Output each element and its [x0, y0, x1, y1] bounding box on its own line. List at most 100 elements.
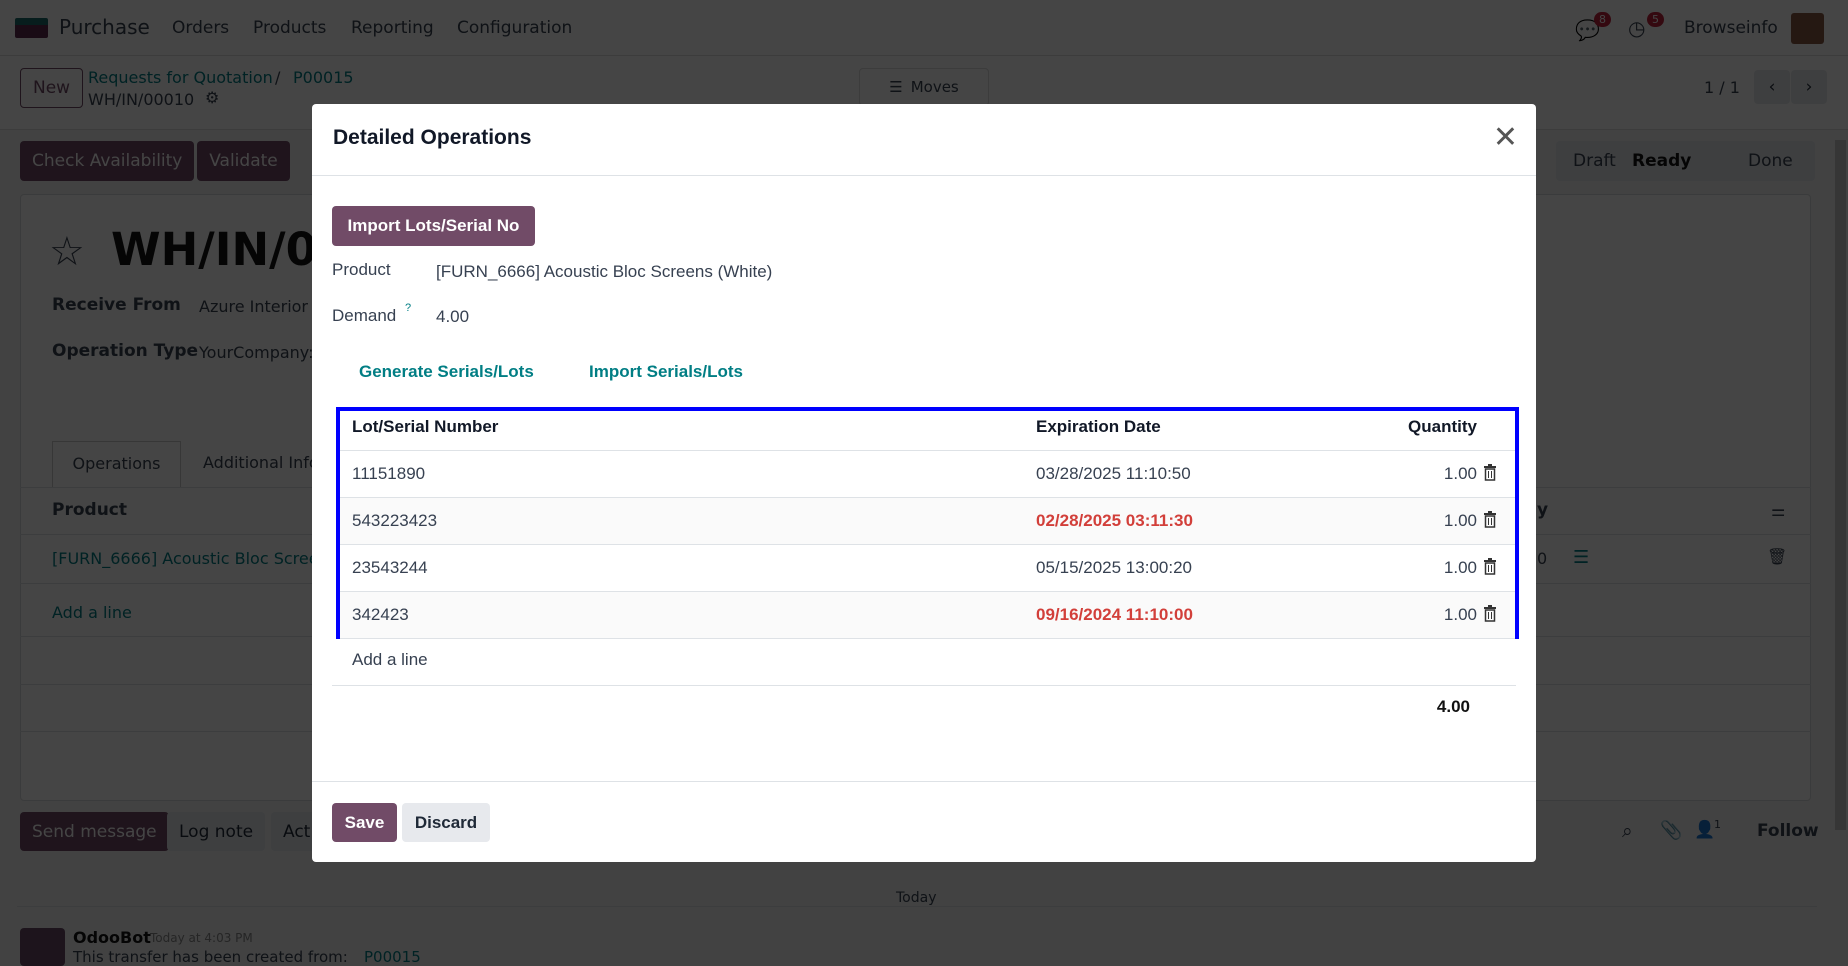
product-label: Product [332, 260, 391, 279]
receive-from-value[interactable]: Azure Interior [199, 297, 308, 316]
lot-serial-number[interactable]: 23543244 [352, 558, 428, 578]
demand-value: 4.00 [436, 307, 470, 326]
dialog-footer [312, 781, 1536, 782]
table-body: 11151890 03/28/2025 11:10:50 1.00 543223423… [340, 451, 1515, 639]
app-name[interactable]: Purchase [59, 15, 150, 39]
quantity[interactable]: 1.00 [1444, 605, 1477, 625]
activity-badge: 5 [1647, 12, 1664, 27]
quantity[interactable]: 1.00 [1444, 511, 1477, 531]
operation-quantity: 0 [1537, 549, 1548, 568]
close-icon[interactable]: ✕ [1493, 120, 1518, 155]
pager-next[interactable]: › [1791, 70, 1827, 104]
table-header: Lot/Serial Number Expiration Date Quanti… [340, 411, 1515, 451]
column-expiration-date[interactable]: Expiration Date [1036, 417, 1161, 437]
menu-products[interactable]: Products [253, 18, 326, 38]
detailed-operations-icon[interactable]: ☰ [1573, 547, 1589, 568]
quantity[interactable]: 1.00 [1444, 558, 1477, 578]
breadcrumb-po[interactable]: P00015 [293, 68, 354, 87]
status-done[interactable]: Done [1748, 151, 1793, 171]
lot-serial-number[interactable]: 11151890 [352, 464, 425, 484]
expiration-date[interactable]: 02/28/2025 03:11:30 [1036, 511, 1193, 531]
pager-value[interactable]: 1 / 1 [1704, 78, 1740, 97]
menu-reporting[interactable]: Reporting [351, 18, 434, 38]
followers-icon[interactable]: 👤 [1694, 820, 1715, 840]
breadcrumb-rfq[interactable]: Requests for Quotation [88, 68, 273, 87]
delete-row-icon[interactable] [1483, 464, 1497, 481]
menu-configuration[interactable]: Configuration [457, 18, 572, 38]
user-company[interactable]: Browseinfo [1684, 18, 1778, 38]
delete-row-icon[interactable] [1483, 511, 1497, 528]
record-name: WH/IN/00010 [88, 90, 195, 109]
message-link[interactable]: P00015 [364, 948, 421, 966]
discard-button[interactable]: Discard [402, 803, 490, 842]
search-icon[interactable]: ⌕ [1622, 820, 1633, 842]
expiration-date[interactable]: 03/28/2025 11:10:50 [1036, 464, 1191, 484]
demand-label: Demand [332, 306, 397, 325]
column-lot-serial[interactable]: Lot/Serial Number [352, 417, 498, 437]
demand-help-icon[interactable]: ? [405, 302, 411, 314]
status-draft[interactable]: Draft [1573, 151, 1616, 171]
operation-type-label: Operation Type [52, 341, 199, 361]
delete-row-icon[interactable] [1483, 558, 1497, 575]
menu-orders[interactable]: Orders [172, 18, 229, 38]
table-row[interactable]: 11151890 03/28/2025 11:10:50 1.00 [340, 451, 1515, 498]
table-row[interactable]: 23543244 05/15/2025 13:00:20 1.00 [340, 545, 1515, 592]
new-button[interactable]: New [20, 68, 84, 108]
star-icon[interactable]: ☆ [49, 229, 85, 275]
message-body: This transfer has been created from: [73, 948, 348, 966]
top-navbar: Purchase Orders Products Reporting Confi… [0, 0, 1848, 56]
dialog-title: Detailed Operations [333, 126, 532, 149]
total-divider [332, 685, 1516, 686]
message-time: Today at 4:03 PM [150, 931, 253, 945]
user-avatar[interactable] [1791, 13, 1824, 44]
status-bar: Draft Ready Done [1556, 141, 1815, 181]
detailed-operations-dialog: Detailed Operations ✕ Import Lots/Serial… [312, 104, 1536, 862]
lot-serial-number[interactable]: 543223423 [352, 511, 437, 531]
quantity[interactable]: 1.00 [1444, 464, 1477, 484]
delete-line-icon[interactable]: 🗑 [1767, 547, 1787, 566]
lot-serial-number[interactable]: 342423 [352, 605, 409, 625]
message-author: OdooBot [73, 928, 151, 947]
check-availability-button[interactable]: Check Availability [20, 141, 195, 181]
validate-button[interactable]: Validate [197, 141, 290, 181]
app-logo-icon[interactable] [15, 18, 48, 38]
column-quantity[interactable]: Quantity [1408, 417, 1477, 437]
tab-additional-info[interactable]: Additional Info [203, 453, 319, 472]
messages-badge: 8 [1594, 12, 1611, 27]
expiration-date[interactable]: 05/15/2025 13:00:20 [1036, 558, 1192, 578]
attachment-icon[interactable]: 📎 [1660, 820, 1682, 841]
add-line-link[interactable]: Add a line [352, 650, 428, 670]
gear-icon[interactable]: ⚙ [205, 88, 219, 107]
import-lots-serial-button[interactable]: Import Lots/Serial No [332, 206, 535, 246]
optional-columns-icon[interactable]: ⚌ [1771, 501, 1785, 520]
expiration-date[interactable]: 09/16/2024 11:10:00 [1036, 605, 1193, 625]
generate-serials-link[interactable]: Generate Serials/Lots [359, 362, 534, 382]
scrollbar[interactable] [1835, 140, 1846, 830]
product-column-header: Product [52, 500, 127, 520]
send-message-button[interactable]: Send message [20, 812, 169, 851]
moves-label: Moves [910, 78, 959, 96]
tab-operations[interactable]: Operations [52, 441, 181, 488]
import-serials-link[interactable]: Import Serials/Lots [589, 362, 743, 382]
pager-previous[interactable]: ‹ [1754, 70, 1790, 104]
table-row[interactable]: 342423 09/16/2024 11:10:00 1.00 [340, 592, 1515, 639]
lot-serial-table: Lot/Serial Number Expiration Date Quanti… [336, 407, 1519, 639]
today-label: Today [890, 890, 943, 906]
moves-button[interactable]: ☰ Moves [859, 68, 989, 106]
add-line-link[interactable]: Add a line [52, 603, 132, 622]
product-link[interactable]: [FURN_6666] Acoustic Bloc Screens (White… [436, 262, 772, 282]
activity-icon[interactable]: ◷ [1628, 16, 1645, 40]
follow-button[interactable]: Follow [1757, 821, 1819, 841]
operation-product[interactable]: [FURN_6666] Acoustic Bloc Scree [52, 549, 319, 568]
delete-row-icon[interactable] [1483, 605, 1497, 622]
tab-operations-label: Operations [72, 454, 161, 473]
table-row[interactable]: 543223423 02/28/2025 03:11:30 1.00 [340, 498, 1515, 545]
receive-from-label: Receive From [52, 295, 181, 315]
status-ready[interactable]: Ready [1632, 151, 1691, 171]
save-button[interactable]: Save [332, 803, 397, 842]
operation-type-value[interactable]: YourCompany: [199, 343, 314, 362]
dialog-header: Detailed Operations ✕ [312, 104, 1536, 176]
followers-count: 1 [1714, 818, 1721, 831]
today-divider [17, 906, 1817, 907]
log-note-button[interactable]: Log note [167, 812, 266, 851]
